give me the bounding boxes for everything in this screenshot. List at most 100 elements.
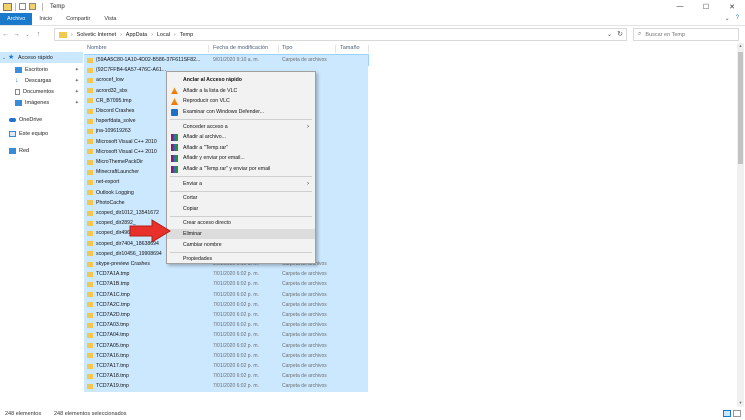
menu-item[interactable]: Conceder acceso a ›	[167, 121, 315, 132]
breadcrumb-local[interactable]: Local	[157, 32, 170, 38]
help-icon[interactable]: ?	[736, 15, 739, 22]
breadcrumb-solvetic[interactable]: Solvetic Internet	[77, 32, 116, 38]
new-folder-icon[interactable]	[29, 3, 36, 10]
menu-item[interactable]: Reproducir con VLC	[167, 96, 315, 107]
column-size[interactable]: Tamaño	[340, 45, 360, 51]
folder-icon	[87, 322, 93, 328]
menu-separator	[170, 118, 312, 120]
table-row[interactable]: TCD7A16.tmp 7/01/2020 6:02 p. m. Carpeta d…	[84, 350, 368, 361]
table-row[interactable]: TCD7A2D.tmp 7/01/2020 6:02 p. m. Carpeta d…	[84, 310, 368, 321]
menu-item[interactable]: Eliminar	[167, 228, 315, 240]
breadcrumb-temp[interactable]: Temp	[180, 32, 193, 38]
menu-item[interactable]: Enviar a ›	[167, 178, 315, 189]
scroll-up-icon[interactable]: ▲	[737, 43, 744, 50]
table-row[interactable]: TCD7A1B.tmp 7/01/2020 6:02 p. m. Carpeta d…	[84, 279, 368, 290]
search-box[interactable]: ⌕	[633, 28, 739, 41]
nav-item-images[interactable]: Imágenes ✦	[0, 97, 83, 108]
properties-icon[interactable]	[19, 3, 26, 10]
table-row[interactable]: TCD7A03.tmp 7/01/2020 6:02 p. m. Carpeta d…	[84, 320, 368, 331]
refresh-icon[interactable]: ↻	[617, 30, 623, 38]
tab-archivo[interactable]: Archivo	[0, 13, 33, 25]
menu-item[interactable]: Propiedades	[167, 254, 315, 265]
file-name: {59AA5C80-1A10-4D02-B586-37F611SF82...	[96, 57, 201, 64]
up-button[interactable]: ↑	[33, 31, 44, 38]
menu-item-label: Añadir y enviar por email...	[183, 155, 245, 162]
vertical-scrollbar[interactable]: ▲ ▼	[737, 43, 744, 407]
close-button[interactable]: ✕	[719, 0, 745, 13]
divider	[42, 2, 43, 11]
nav-item-desktop[interactable]: Escritorio ✦	[0, 64, 83, 75]
menu-item[interactable]: Añadir a "Temp.rar" y enviar por email	[167, 164, 315, 175]
search-input[interactable]	[645, 31, 734, 38]
nav-item-downloads[interactable]: ↓ Descargas ✦	[0, 75, 83, 86]
menu-item-label: Añadir al archivo...	[183, 134, 226, 141]
scroll-thumb[interactable]	[738, 52, 743, 164]
table-row[interactable]: TCD7A18.tmp 7/01/2020 6:02 p. m. Carpeta d…	[84, 371, 368, 382]
menu-item[interactable]: Cambiar nombre	[167, 239, 315, 250]
table-row[interactable]: {59AA5C80-1A10-4D02-B586-37F611SF82... 9/…	[84, 53, 369, 67]
file-type: Carpeta de archivos	[282, 322, 327, 329]
menu-item[interactable]: Añadir a la lista de VLC	[167, 86, 315, 97]
back-button[interactable]: ←	[0, 31, 11, 38]
menu-item[interactable]: Cortar	[167, 193, 315, 204]
column-type[interactable]: Tipo	[282, 45, 293, 51]
breadcrumb-appdata[interactable]: AppData	[126, 32, 147, 38]
nav-item-network[interactable]: Red	[0, 145, 83, 156]
file-type: Carpeta de archivos	[282, 291, 327, 298]
column-divider[interactable]	[208, 45, 209, 53]
column-name[interactable]: Nombre	[87, 45, 107, 51]
pin-icon: ✦	[74, 77, 79, 84]
tab-inicio[interactable]: Inicio	[32, 13, 59, 25]
winrar-icon	[171, 165, 178, 173]
folder-icon	[87, 292, 93, 298]
tab-compartir[interactable]: Compartir	[59, 13, 97, 25]
recent-locations-button[interactable]: ⌄	[22, 32, 33, 38]
menu-item[interactable]: Añadir y enviar por email...	[167, 153, 315, 164]
minimize-button[interactable]: —	[667, 0, 693, 13]
table-row[interactable]: TCD7A1A.tmp 7/01/2020 6:02 p. m. Carpeta d…	[84, 269, 368, 280]
nav-item-this-pc[interactable]: Este equipo	[0, 128, 83, 139]
menu-item[interactable]: Copiar	[167, 204, 315, 215]
table-row[interactable]: TCD7A2C.tmp 7/01/2020 6:02 p. m. Carpeta d…	[84, 299, 368, 310]
details-view-icon[interactable]	[723, 410, 731, 417]
menu-item[interactable]: Examinar con Windows Defender...	[167, 107, 315, 118]
address-dropdown-icon[interactable]: ⌄	[607, 31, 612, 38]
breadcrumb-separator: ›	[151, 31, 153, 38]
table-row[interactable]: TCD7A1C.tmp 7/01/2020 6:02 p. m. Carpeta d…	[84, 289, 368, 300]
table-row[interactable]: TCD7A17.tmp 7/01/2020 6:02 p. m. Carpeta d…	[84, 361, 368, 372]
column-divider[interactable]	[335, 45, 336, 53]
nav-label: Documentos	[23, 88, 54, 95]
forward-button[interactable]: →	[11, 31, 22, 38]
column-date[interactable]: Fecha de modificación	[213, 45, 268, 51]
column-divider[interactable]	[278, 45, 279, 53]
expand-ribbon-icon[interactable]: ⌄	[725, 15, 730, 22]
maximize-button[interactable]: ☐	[693, 0, 719, 13]
window-title: Temp	[50, 3, 65, 10]
folder-icon	[87, 251, 93, 257]
address-bar[interactable]: › Solvetic Internet › AppData › Local › …	[54, 28, 627, 41]
nav-item-quick-access[interactable]: ⌄ ★ Acceso rápido	[0, 52, 83, 63]
nav-item-onedrive[interactable]: OneDrive	[0, 114, 83, 125]
nav-label: Red	[19, 147, 30, 154]
menu-item[interactable]: Añadir al archivo...	[167, 132, 315, 143]
network-icon	[9, 147, 16, 154]
nav-item-documents[interactable]: Documentos ✦	[0, 86, 83, 97]
tab-vista[interactable]: Vista	[97, 13, 123, 25]
table-row[interactable]: TCD7A04.tmp 7/01/2020 6:02 p. m. Carpeta d…	[84, 330, 368, 341]
column-divider[interactable]	[368, 45, 369, 53]
scroll-down-icon[interactable]: ▼	[737, 400, 744, 407]
pin-icon: ✦	[74, 99, 79, 106]
table-row[interactable]: TCD7A05.tmp 7/01/2020 6:02 p. m. Carpeta d…	[84, 340, 368, 351]
folder-icon	[87, 57, 93, 63]
menu-item[interactable]: Añadir a "Temp.rar"	[167, 143, 315, 154]
table-row[interactable]: TCD7A19.tmp 7/01/2020 6:02 p. m. Carpeta d…	[84, 381, 368, 392]
folder-icon	[3, 2, 12, 11]
menu-item[interactable]: Anclar al Acceso rápido	[167, 75, 315, 86]
file-name: TCD7A1B.tmp	[96, 281, 130, 288]
desktop-icon	[15, 66, 22, 73]
menu-item-label: Reproducir con VLC	[183, 98, 230, 105]
menu-item[interactable]: Crear acceso directo	[167, 218, 315, 229]
folder-icon	[87, 261, 93, 267]
large-icons-view-icon[interactable]	[733, 410, 741, 417]
folder-icon	[87, 88, 93, 94]
